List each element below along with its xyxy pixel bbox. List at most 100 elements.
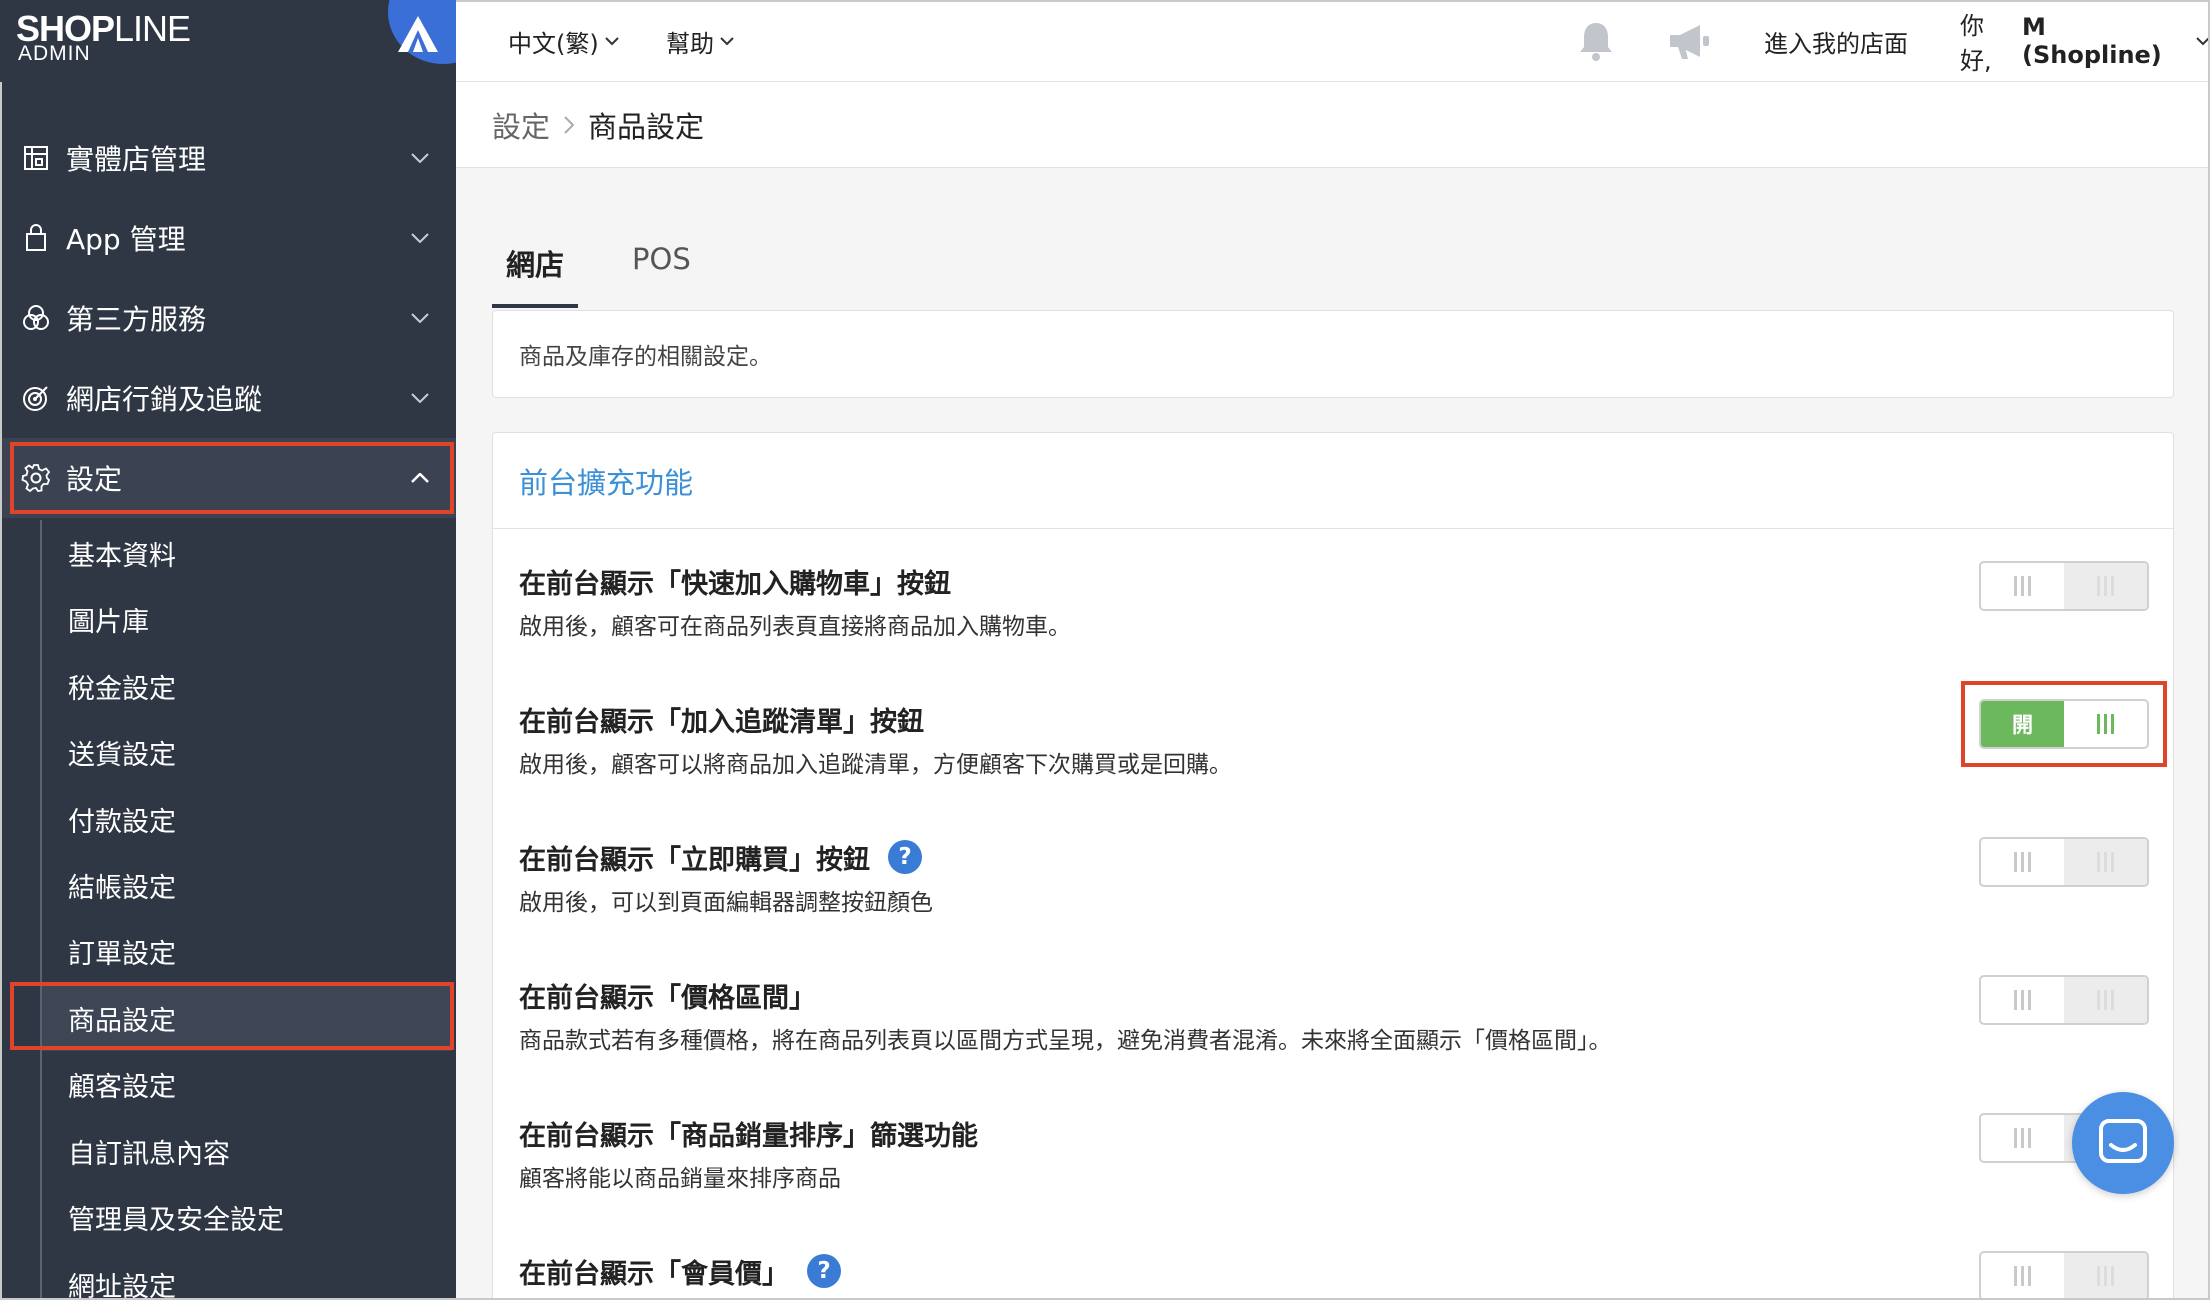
buy-now-toggle[interactable] xyxy=(1979,837,2149,887)
feature-title: 在前台顯示「快速加入購物車」按鈕 xyxy=(519,568,951,600)
feature-description: 顧客將能以商品銷量來排序商品 xyxy=(519,1166,841,1192)
feature-title: 在前台顯示「加入追蹤清單」按鈕 xyxy=(519,706,924,738)
feature-title: 在前台顯示「價格區間」 xyxy=(519,982,816,1014)
grip-icon xyxy=(2097,990,2114,1010)
sidebar-item-settings[interactable]: 設定 xyxy=(0,438,456,518)
feature-row: 在前台顯示「商品銷量排序」篩選功能 顧客將能以商品銷量來排序商品 xyxy=(519,1113,2149,1213)
description-card: 商品及庫存的相關設定。 xyxy=(492,310,2174,398)
grip-icon xyxy=(2014,1266,2031,1286)
sidebar-subitem-customer[interactable]: 顧客設定 xyxy=(42,1051,452,1117)
quick-add-cart-toggle[interactable] xyxy=(1979,561,2149,611)
logo-subtitle: ADMIN xyxy=(18,42,91,65)
main-content: 網店 POS 商品及庫存的相關設定。 前台擴充功能 在前台顯示「快速加入購物車」… xyxy=(456,168,2210,1300)
sidebar-subitem-tax[interactable]: 稅金設定 xyxy=(42,653,452,719)
logo-badge xyxy=(388,0,456,64)
sidebar-item-label: 第三方服務 xyxy=(66,303,207,336)
store-icon xyxy=(18,140,54,176)
bag-icon xyxy=(18,220,54,256)
chevron-down-icon xyxy=(408,226,432,250)
feature-description: 啟用後，顧客可在商品列表頁直接將商品加入購物車。 xyxy=(519,614,1071,640)
chevron-up-icon xyxy=(408,466,432,490)
sidebar-item-app[interactable]: App 管理 xyxy=(0,198,456,278)
mountain-icon xyxy=(398,16,438,52)
grip-icon xyxy=(2014,1128,2031,1148)
sidebar-subitem-product[interactable]: 商品設定 xyxy=(42,985,452,1051)
features-card: 前台擴充功能 在前台顯示「快速加入購物車」按鈕 啟用後，顧客可在商品列表頁直接將… xyxy=(492,432,2174,1300)
sidebar-item-store[interactable]: 實體店管理 xyxy=(0,118,456,198)
breadcrumb: 設定 商品設定 xyxy=(456,82,2210,168)
wishlist-toggle-highlight xyxy=(1961,681,2167,767)
help-icon[interactable]: ? xyxy=(888,840,922,874)
feature-row: 在前台顯示「加入追蹤清單」按鈕 啟用後，顧客可以將商品加入追蹤清單，方便顧客下次… xyxy=(519,681,2167,799)
sidebar-subitem-checkout[interactable]: 結帳設定 xyxy=(42,852,452,918)
member-price-toggle[interactable] xyxy=(1979,1251,2149,1300)
sidebar-subitem-delivery[interactable]: 送貨設定 xyxy=(42,719,452,785)
breadcrumb-parent[interactable]: 設定 xyxy=(492,104,550,146)
announcement-button[interactable] xyxy=(1666,0,1712,82)
feature-title: 在前台顯示「商品銷量排序」篩選功能 xyxy=(519,1120,978,1152)
chat-button[interactable] xyxy=(2072,1092,2174,1194)
help-dropdown[interactable]: 幫助 xyxy=(666,0,734,82)
feature-title-text: 在前台顯示「立即購買」按鈕 xyxy=(519,844,870,876)
sidebar-subitem-order[interactable]: 訂單設定 xyxy=(42,918,452,984)
tab-pos[interactable]: POS xyxy=(582,228,705,308)
circles-icon xyxy=(18,300,54,336)
notification-button[interactable] xyxy=(1576,0,1616,82)
sidebar-item-third-party[interactable]: 第三方服務 xyxy=(0,278,456,358)
grip-icon xyxy=(2097,576,2114,596)
chevron-down-icon xyxy=(720,36,734,46)
grip-icon xyxy=(2014,576,2031,596)
chat-icon xyxy=(2099,1119,2147,1163)
visit-store-link[interactable]: 進入我的店面 xyxy=(1764,0,1908,82)
chevron-down-icon xyxy=(408,306,432,330)
grip-icon xyxy=(2097,852,2114,872)
feature-row: 在前台顯示「快速加入購物車」按鈕 啟用後，顧客可在商品列表頁直接將商品加入購物車… xyxy=(519,561,2149,661)
feature-row: 在前台顯示「會員價」 ? xyxy=(519,1251,2149,1300)
help-icon[interactable]: ? xyxy=(807,1254,841,1288)
feature-description: 啟用後，可以到頁面編輯器調整按鈕顏色 xyxy=(519,890,933,916)
features-header: 前台擴充功能 xyxy=(493,433,2173,529)
grip-icon xyxy=(2097,1266,2114,1286)
sidebar-item-label: 網店行銷及追蹤 xyxy=(66,383,263,416)
feature-description: 商品款式若有多種價格，將在商品列表頁以區間方式呈現，避免消費者混淆。未來將全面顯… xyxy=(519,1028,1612,1054)
sidebar-item-label: App 管理 xyxy=(66,223,186,256)
grip-icon xyxy=(2014,852,2031,872)
help-label: 幫助 xyxy=(666,29,714,58)
sidebar-subitem-image-library[interactable]: 圖片庫 xyxy=(42,586,452,652)
greeting-label: 你好, xyxy=(1960,12,1992,75)
tab-online-store[interactable]: 網店 xyxy=(492,228,579,308)
chevron-down-icon xyxy=(605,36,619,46)
settings-submenu: 基本資料 圖片庫 稅金設定 送貨設定 付款設定 結帳設定 訂單設定 商品設定 顧… xyxy=(40,520,456,1300)
feature-title: 在前台顯示「立即購買」按鈕 ? xyxy=(519,837,922,877)
sidebar-subitem-domain[interactable]: 網址設定 xyxy=(42,1251,452,1300)
tab-bar: 網店 POS xyxy=(492,228,709,308)
grip-icon xyxy=(2014,990,2031,1010)
chevron-down-icon xyxy=(408,146,432,170)
language-label: 中文(繁) xyxy=(508,29,599,58)
feature-row: 在前台顯示「價格區間」 商品款式若有多種價格，將在商品列表頁以區間方式呈現，避免… xyxy=(519,975,2149,1075)
price-range-toggle[interactable] xyxy=(1979,975,2149,1025)
user-menu[interactable]: 你好, M (Shopline) xyxy=(1960,0,2210,82)
target-icon xyxy=(18,380,54,416)
language-dropdown[interactable]: 中文(繁) xyxy=(508,0,619,82)
feature-description: 啟用後，顧客可以將商品加入追蹤清單，方便顧客下次購買或是回購。 xyxy=(519,752,1232,778)
feature-row: 在前台顯示「立即購買」按鈕 ? 啟用後，可以到頁面編輯器調整按鈕顏色 xyxy=(519,837,2149,937)
sidebar-item-label: 實體店管理 xyxy=(66,143,207,176)
sidebar-item-marketing[interactable]: 網店行銷及追蹤 xyxy=(0,358,456,438)
sidebar-subitem-custom-message[interactable]: 自訂訊息內容 xyxy=(42,1118,452,1184)
chevron-right-icon xyxy=(564,115,575,134)
feature-title: 在前台顯示「會員價」 ? xyxy=(519,1251,841,1291)
chevron-down-icon xyxy=(408,386,432,410)
top-bar: 中文(繁) 幫助 進入我的店面 你好, M (Shopline) xyxy=(456,0,2210,82)
logo[interactable]: SHOPLINE ADMIN xyxy=(0,0,456,82)
sidebar-subitem-payment[interactable]: 付款設定 xyxy=(42,786,452,852)
sidebar-subitem-basic-info[interactable]: 基本資料 xyxy=(42,520,452,586)
sidebar-subitem-admin-security[interactable]: 管理員及安全設定 xyxy=(42,1184,452,1250)
user-name: M (Shopline) xyxy=(2021,13,2162,69)
chevron-down-icon xyxy=(2196,36,2210,46)
bell-icon xyxy=(1580,23,1612,61)
gear-icon xyxy=(18,460,54,496)
breadcrumb-current: 商品設定 xyxy=(588,109,705,144)
sidebar-item-label: 設定 xyxy=(66,463,123,496)
feature-title-text: 在前台顯示「會員價」 xyxy=(519,1258,789,1290)
